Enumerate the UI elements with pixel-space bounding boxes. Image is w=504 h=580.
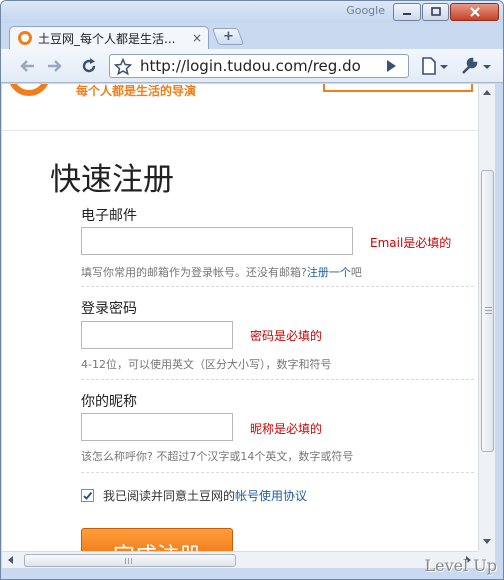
tab-title: 土豆网_每个人都是生活... (38, 31, 176, 46)
tudou-logo[interactable] (8, 84, 50, 96)
back-button[interactable] (15, 54, 39, 78)
grip-line (485, 310, 492, 311)
email-hint-text: 填写你常用的邮箱作为登录帐号。还没有邮箱? (81, 266, 307, 279)
grip-line (125, 558, 126, 564)
header-divider (2, 130, 478, 131)
grip-line (131, 558, 132, 564)
password-field[interactable] (81, 321, 233, 349)
tab-strip: 土豆网_每个人都是生活... × + (1, 23, 503, 49)
forward-arrow-icon (48, 60, 62, 72)
url-text: http://login.tudou.com/reg.do (140, 57, 361, 75)
grip-line (485, 307, 492, 308)
browser-toolbar: http://login.tudou.com/reg.do (1, 49, 503, 83)
wrench-icon[interactable] (459, 56, 493, 76)
nickname-hint: 该怎么称呼你? 不超过7个汉字或14个英文，数字或符号 (81, 450, 354, 463)
plus-icon: + (222, 29, 234, 44)
reload-icon (82, 58, 96, 73)
go-arrow-icon[interactable] (384, 59, 398, 73)
close-window-button[interactable] (450, 3, 499, 21)
grip-line (485, 313, 492, 314)
divider (81, 286, 474, 287)
minimize-icon (403, 13, 411, 15)
password-label: 登录密码 (81, 301, 137, 317)
divider (81, 379, 474, 380)
tab-close-icon[interactable]: × (192, 31, 202, 45)
email-hint-suffix: 吧 (350, 266, 362, 279)
checkmark-icon (83, 491, 93, 500)
vertical-scroll-thumb[interactable] (481, 170, 494, 452)
horizontal-scrollbar[interactable] (2, 551, 478, 568)
nickname-field[interactable] (81, 413, 233, 441)
address-bar[interactable]: http://login.tudou.com/reg.do (109, 54, 409, 78)
page-title: 快速注册 (50, 162, 174, 198)
horizontal-scroll-thumb[interactable] (24, 554, 236, 567)
agree-text: 我已阅读并同意土豆网的帐号使用协议 (103, 487, 307, 504)
email-hint: 填写你常用的邮箱作为登录帐号。还没有邮箱?注册一个吧 (81, 264, 362, 280)
scroll-down-arrow-icon[interactable] (482, 536, 492, 546)
back-arrow-icon (20, 60, 34, 72)
watermark: Level Up (424, 556, 497, 575)
brand-label: Google (346, 4, 385, 17)
scroll-up-arrow-icon[interactable] (482, 88, 492, 98)
email-label: 电子邮件 (81, 208, 137, 224)
minimize-button[interactable] (393, 3, 421, 21)
scroll-left-arrow-icon[interactable] (6, 555, 16, 565)
nickname-label: 你的昵称 (81, 394, 137, 410)
close-icon (469, 7, 480, 17)
tudou-favicon-icon (18, 31, 32, 45)
register-email-link[interactable]: 注册一个 (307, 266, 351, 279)
terms-link[interactable]: 帐号使用协议 (235, 489, 307, 503)
new-tab-button[interactable]: + (211, 28, 245, 45)
password-error: 密码是必填的 (250, 329, 323, 343)
star-icon[interactable] (114, 58, 132, 76)
page-menu-icon[interactable] (419, 56, 449, 76)
title-bar: Google (1, 1, 503, 23)
vertical-scrollbar[interactable] (478, 84, 495, 551)
password-hint: 4-12位，可以使用英文（区分大小写），数字和符号 (81, 358, 332, 371)
agree-checkbox[interactable] (81, 489, 94, 502)
divider (81, 472, 474, 473)
email-error: Email是必填的 (370, 236, 452, 250)
maximize-button[interactable] (422, 3, 449, 21)
email-field[interactable] (81, 227, 353, 255)
header-box (323, 84, 473, 92)
site-slogan: 每个人都是生活的导演 (76, 84, 197, 98)
reload-button[interactable] (77, 54, 101, 78)
page-content: 每个人都是生活的导演 快速注册 电子邮件 Email是必填的 填写你常用的邮箱作… (2, 84, 478, 551)
tab-tudou[interactable]: 土豆网_每个人都是生活... × (9, 26, 209, 49)
agree-label: 我已阅读并同意土豆网的 (103, 489, 236, 503)
forward-button[interactable] (43, 54, 67, 78)
submit-register-button[interactable]: 完成注册 (81, 528, 233, 551)
nickname-error: 昵称是必填的 (250, 422, 323, 436)
maximize-icon (430, 7, 441, 16)
grip-line (128, 558, 129, 564)
browser-window: Google 土豆网_每个人都是生活... × + http://login.t… (0, 0, 504, 580)
